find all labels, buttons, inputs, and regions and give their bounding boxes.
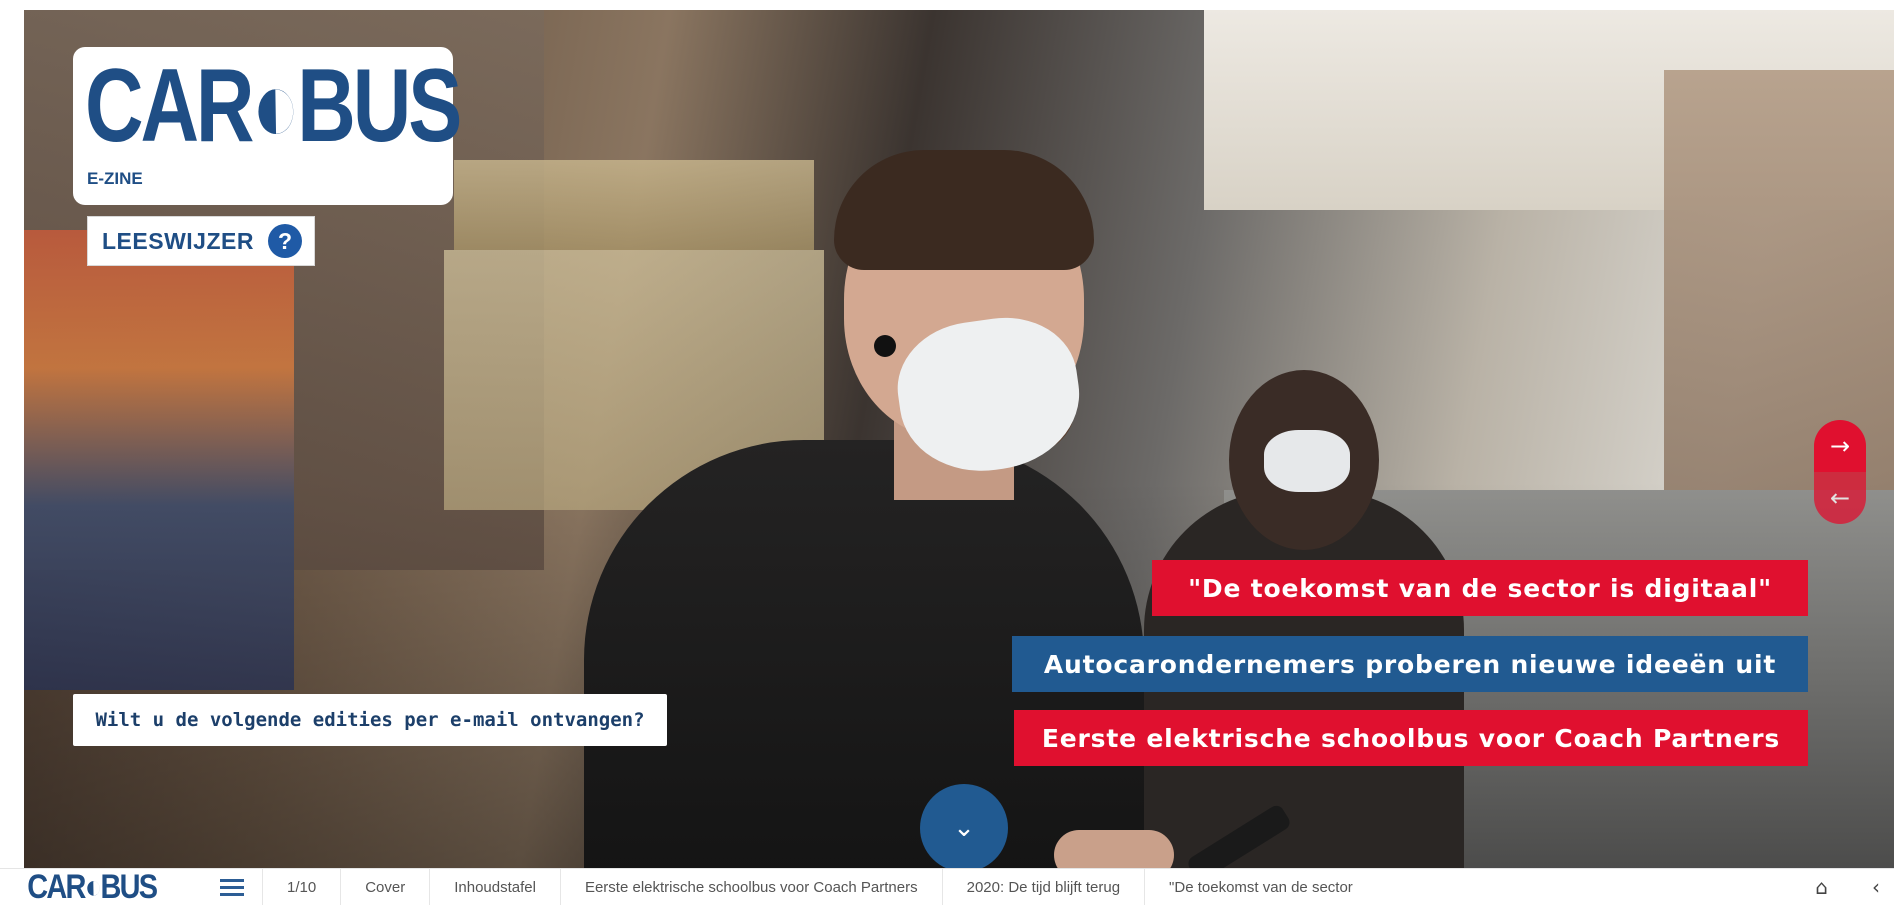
man-hair bbox=[834, 150, 1094, 270]
prev-arrow-icon[interactable]: ← bbox=[1814, 472, 1866, 524]
chevron-down-icon: ⌄ bbox=[953, 813, 975, 843]
headline-link-1[interactable]: "De toekomst van de sector is digitaal" bbox=[1152, 560, 1808, 616]
headline-link-2[interactable]: Autocarondernemers proberen nieuwe ideeë… bbox=[1012, 636, 1808, 692]
background-person-mask bbox=[1264, 430, 1350, 492]
help-icon: ? bbox=[267, 224, 302, 258]
nav-item-schoolbus[interactable]: Eerste elektrische schoolbus voor Coach … bbox=[559, 869, 942, 905]
nav-item-contents[interactable]: Inhoudstafel bbox=[429, 869, 560, 905]
logo-subtitle: E-ZINE bbox=[87, 169, 143, 188]
scroll-down-button[interactable]: ⌄ bbox=[920, 784, 1008, 872]
subscribe-button[interactable]: Wilt u de volgende edities per e-mail on… bbox=[73, 694, 667, 746]
background-poster bbox=[24, 230, 294, 690]
nav-tools: ⌂ ‹ bbox=[1815, 875, 1894, 899]
logo-text: CAR◐BUS bbox=[85, 48, 462, 164]
reading-guide-label: LEESWIJZER bbox=[102, 227, 254, 254]
nav-item-2020[interactable]: 2020: De tijd blijft terug bbox=[941, 869, 1144, 905]
hamburger-menu-icon[interactable] bbox=[202, 878, 262, 896]
nav-page-counter[interactable]: 1/10 bbox=[262, 869, 340, 905]
reading-guide-button[interactable]: LEESWIJZER ? bbox=[87, 216, 315, 266]
home-icon[interactable]: ⌂ bbox=[1815, 875, 1828, 899]
bottom-navigation: CAR◐BUS 1/10 Cover Inhoudstafel Eerste e… bbox=[0, 868, 1894, 907]
subscribe-label: Wilt u de volgende edities per e-mail on… bbox=[95, 709, 645, 731]
carbus-logo[interactable]: CAR◐BUS E-ZINE bbox=[73, 47, 462, 205]
nav-item-digital[interactable]: "De toekomst van de sector bbox=[1144, 869, 1377, 905]
chevron-left-icon[interactable]: ‹ bbox=[1872, 875, 1880, 899]
earbud bbox=[874, 335, 896, 357]
nav-item-cover[interactable]: Cover bbox=[340, 869, 429, 905]
nav-logo[interactable]: CAR◐BUS bbox=[0, 868, 172, 907]
man-hand bbox=[1054, 830, 1174, 868]
next-arrow-icon[interactable]: → bbox=[1814, 420, 1866, 472]
headline-link-3[interactable]: Eerste elektrische schoolbus voor Coach … bbox=[1014, 710, 1808, 766]
background-awning bbox=[454, 160, 814, 250]
